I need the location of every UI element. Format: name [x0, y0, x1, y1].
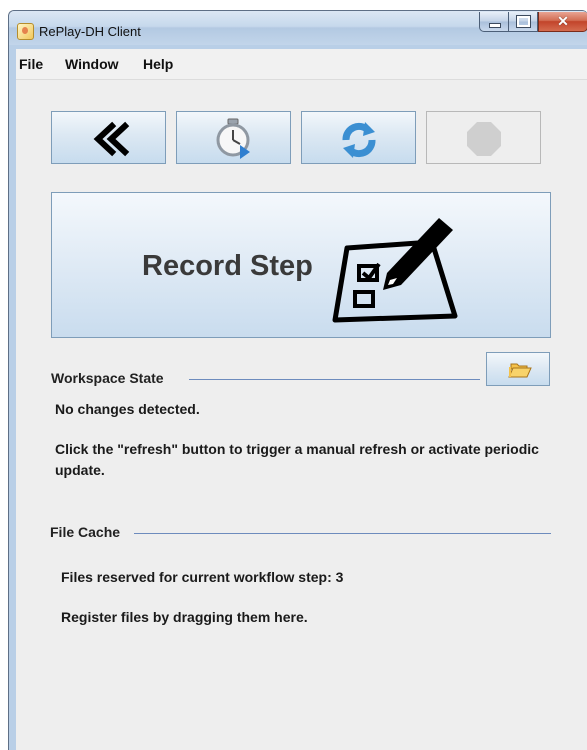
stop-button[interactable]: [426, 111, 541, 164]
open-folder-icon: [508, 363, 532, 378]
stopwatch-icon: [216, 118, 250, 159]
double-chevron-left-icon: [93, 121, 130, 157]
timer-button[interactable]: [176, 111, 291, 164]
back-button[interactable]: [51, 111, 166, 164]
app-logo-icon: [17, 23, 34, 40]
menu-help[interactable]: Help: [143, 56, 173, 72]
workspace-state-heading: Workspace State: [51, 370, 164, 386]
minimize-icon: [489, 23, 501, 28]
checklist-pencil-icon: [332, 218, 458, 323]
file-cache-heading: File Cache: [50, 524, 121, 540]
menu-window[interactable]: Window: [65, 56, 119, 72]
file-cache-separator: [134, 533, 551, 534]
refresh-button[interactable]: [301, 111, 416, 164]
open-folder-button[interactable]: [486, 352, 550, 386]
app-window: RePlay-DH Client ✕ File Window Help Reco…: [8, 10, 587, 750]
window-title: RePlay-DH Client: [39, 24, 141, 39]
window-controls: ✕: [479, 12, 587, 33]
workspace-separator: [189, 379, 480, 380]
refresh-icon: [342, 122, 376, 158]
menu-bar: File Window Help: [16, 49, 587, 80]
stop-octagon-icon: [467, 122, 501, 156]
client-area: File Window Help Record Step Workspace S…: [16, 49, 587, 750]
close-button[interactable]: ✕: [538, 12, 587, 32]
title-bar[interactable]: RePlay-DH Client ✕: [9, 11, 587, 45]
register-files-text: Register files by dragging them here.: [61, 609, 308, 625]
maximize-button[interactable]: [508, 12, 538, 32]
menu-file[interactable]: File: [19, 56, 43, 72]
workspace-hint-text: Click the "refresh" button to trigger a …: [55, 441, 539, 478]
files-reserved-text: Files reserved for current workflow step…: [61, 569, 344, 585]
minimize-button[interactable]: [479, 12, 508, 32]
record-step-button[interactable]: Record Step: [51, 192, 551, 338]
record-step-label: Record Step: [142, 250, 313, 282]
close-icon: ✕: [557, 13, 569, 29]
workspace-status-text: No changes detected.: [55, 401, 200, 417]
maximize-icon: [516, 15, 531, 28]
